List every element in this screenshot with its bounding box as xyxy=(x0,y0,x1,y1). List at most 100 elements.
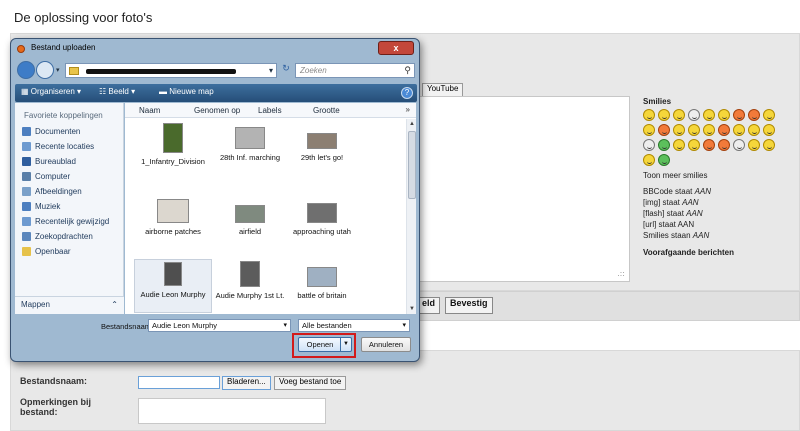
chevron-down-icon[interactable]: ▾ xyxy=(283,321,287,329)
history-dropdown-icon[interactable]: ▾ xyxy=(56,66,60,74)
view-menu[interactable]: ☷ Beeld ▾ xyxy=(99,87,135,96)
add-file-button[interactable]: Voeg bestand toe xyxy=(274,376,347,390)
smiley-icon[interactable] xyxy=(748,139,760,151)
file-tile[interactable]: airfield xyxy=(211,199,289,236)
filename-label: Bestandsnaam: xyxy=(101,322,154,331)
search-input[interactable]: Zoeken ⚲ xyxy=(295,63,415,78)
nav-pictures[interactable]: Afbeeldingen xyxy=(22,187,82,196)
search-icon[interactable]: ⚲ xyxy=(404,65,411,76)
organise-icon: ▦ xyxy=(21,87,31,96)
attachment-panel xyxy=(10,350,800,431)
youtube-button[interactable]: YouTube xyxy=(422,83,464,97)
nav-recent-places[interactable]: Recente locaties xyxy=(22,142,94,151)
file-tile[interactable]: battle of britain xyxy=(283,261,361,300)
resize-grip-icon[interactable]: .:: xyxy=(617,269,625,278)
organise-menu[interactable]: ▦ Organiseren ▾ xyxy=(21,87,81,96)
filename-combobox[interactable]: Audie Leon Murphy ▾ xyxy=(148,319,291,332)
view-icon: ☷ xyxy=(99,87,109,96)
scrollbar-thumb[interactable] xyxy=(408,131,416,199)
smiley-icon[interactable] xyxy=(643,109,655,121)
smiley-icon[interactable] xyxy=(763,109,775,121)
smiley-icon[interactable] xyxy=(658,109,670,121)
file-thumbnail xyxy=(307,203,337,223)
smiley-icon[interactable] xyxy=(658,139,670,151)
smiley-icon[interactable] xyxy=(643,139,655,151)
smiley-icon[interactable] xyxy=(703,109,715,121)
close-button[interactable]: x xyxy=(378,41,414,55)
remarks-textarea[interactable] xyxy=(138,398,326,424)
nav-public[interactable]: Openbaar xyxy=(22,247,71,256)
column-header-size[interactable]: Grootte xyxy=(313,106,340,115)
open-button[interactable]: Openen ▼ xyxy=(298,337,352,352)
attachment-file-input[interactable] xyxy=(138,376,220,389)
file-list-scrollbar[interactable]: ▲ ▼ xyxy=(406,119,416,314)
smiley-icon[interactable] xyxy=(733,139,745,151)
address-bar[interactable]: ▾ xyxy=(65,63,277,78)
smiley-icon[interactable] xyxy=(673,139,685,151)
scroll-down-icon[interactable]: ▼ xyxy=(407,304,417,314)
smiley-icon[interactable] xyxy=(748,124,760,136)
help-icon[interactable]: ? xyxy=(401,87,413,99)
smiley-icon[interactable] xyxy=(673,109,685,121)
scroll-up-icon[interactable]: ▲ xyxy=(407,119,417,129)
smiley-icon[interactable] xyxy=(688,139,700,151)
smiley-icon[interactable] xyxy=(703,139,715,151)
smiley-icon[interactable] xyxy=(763,124,775,136)
column-headers: Naam Genomen op Labels Grootte » xyxy=(125,103,416,118)
file-tile[interactable]: 29th let's go! xyxy=(283,123,361,162)
smiley-icon[interactable] xyxy=(688,109,700,121)
file-tile[interactable]: 1_Infantry_Division xyxy=(134,123,212,166)
search-placeholder: Zoeken xyxy=(300,66,327,75)
open-button-label: Openen xyxy=(306,340,334,349)
cancel-button[interactable]: Annuleren xyxy=(361,337,411,352)
smiley-icon[interactable] xyxy=(733,109,745,121)
chevron-down-icon[interactable]: ▾ xyxy=(402,321,406,329)
open-split-chevron-icon[interactable]: ▼ xyxy=(340,338,351,351)
column-header-name[interactable]: Naam xyxy=(139,106,160,115)
nav-music[interactable]: Muziek xyxy=(22,202,60,211)
more-columns-icon[interactable]: » xyxy=(406,105,410,114)
forward-arrow-icon[interactable] xyxy=(36,61,54,79)
smiley-icon[interactable] xyxy=(703,124,715,136)
new-folder-button[interactable]: ▬ Nieuwe map xyxy=(159,87,214,96)
computer-icon xyxy=(22,172,31,181)
confirm-button[interactable]: Bevestig xyxy=(445,297,493,314)
file-tile[interactable]: 28th Inf. marching xyxy=(211,123,289,162)
img-status-label: [img] staat xyxy=(643,198,683,207)
smiley-icon[interactable] xyxy=(763,139,775,151)
nav-documents[interactable]: Documenten xyxy=(22,127,80,136)
folders-toggle[interactable]: Mappen ⌃ xyxy=(15,296,124,314)
column-header-date-taken[interactable]: Genomen op xyxy=(194,106,240,115)
file-tile-selected[interactable]: Audie Leon Murphy xyxy=(134,259,212,313)
smiley-icon[interactable] xyxy=(658,124,670,136)
column-header-labels[interactable]: Labels xyxy=(258,106,282,115)
show-more-smilies-link[interactable]: Toon meer smilies xyxy=(643,171,793,180)
nav-computer[interactable]: Computer xyxy=(22,172,70,181)
smiley-icon[interactable] xyxy=(718,124,730,136)
smiley-icon[interactable] xyxy=(688,124,700,136)
preview-button[interactable]: eld xyxy=(418,297,441,314)
smiley-icon[interactable] xyxy=(733,124,745,136)
nav-public-label: Openbaar xyxy=(35,247,71,256)
filetype-select[interactable]: Alle bestanden ▾ xyxy=(298,319,410,332)
favorites-heading: Favoriete koppelingen xyxy=(24,111,103,120)
nav-searches[interactable]: Zoekopdrachten xyxy=(22,232,93,241)
nav-desktop[interactable]: Bureaublad xyxy=(22,157,76,166)
smiley-icon[interactable] xyxy=(718,139,730,151)
smiley-icon[interactable] xyxy=(718,109,730,121)
file-tile[interactable]: airborne patches xyxy=(134,199,212,236)
remarks-label-line1: Opmerkingen bij xyxy=(20,397,92,407)
file-tile[interactable]: approaching utah xyxy=(283,199,361,236)
smiley-icon[interactable] xyxy=(643,124,655,136)
smiley-icon[interactable] xyxy=(673,124,685,136)
smilies-status-value: AAN xyxy=(692,231,710,240)
browse-button[interactable]: Bladeren... xyxy=(222,376,271,390)
chevron-down-icon[interactable]: ▾ xyxy=(269,66,273,75)
smiley-icon[interactable] xyxy=(643,154,655,166)
nav-recently-changed[interactable]: Recentelijk gewijzigd xyxy=(22,217,109,226)
refresh-icon[interactable]: ↻ xyxy=(279,63,293,78)
file-tile[interactable]: Audie Murphy 1st Lt. xyxy=(211,261,289,300)
smiley-icon[interactable] xyxy=(658,154,670,166)
smiley-icon[interactable] xyxy=(748,109,760,121)
back-arrow-icon[interactable] xyxy=(17,61,35,79)
